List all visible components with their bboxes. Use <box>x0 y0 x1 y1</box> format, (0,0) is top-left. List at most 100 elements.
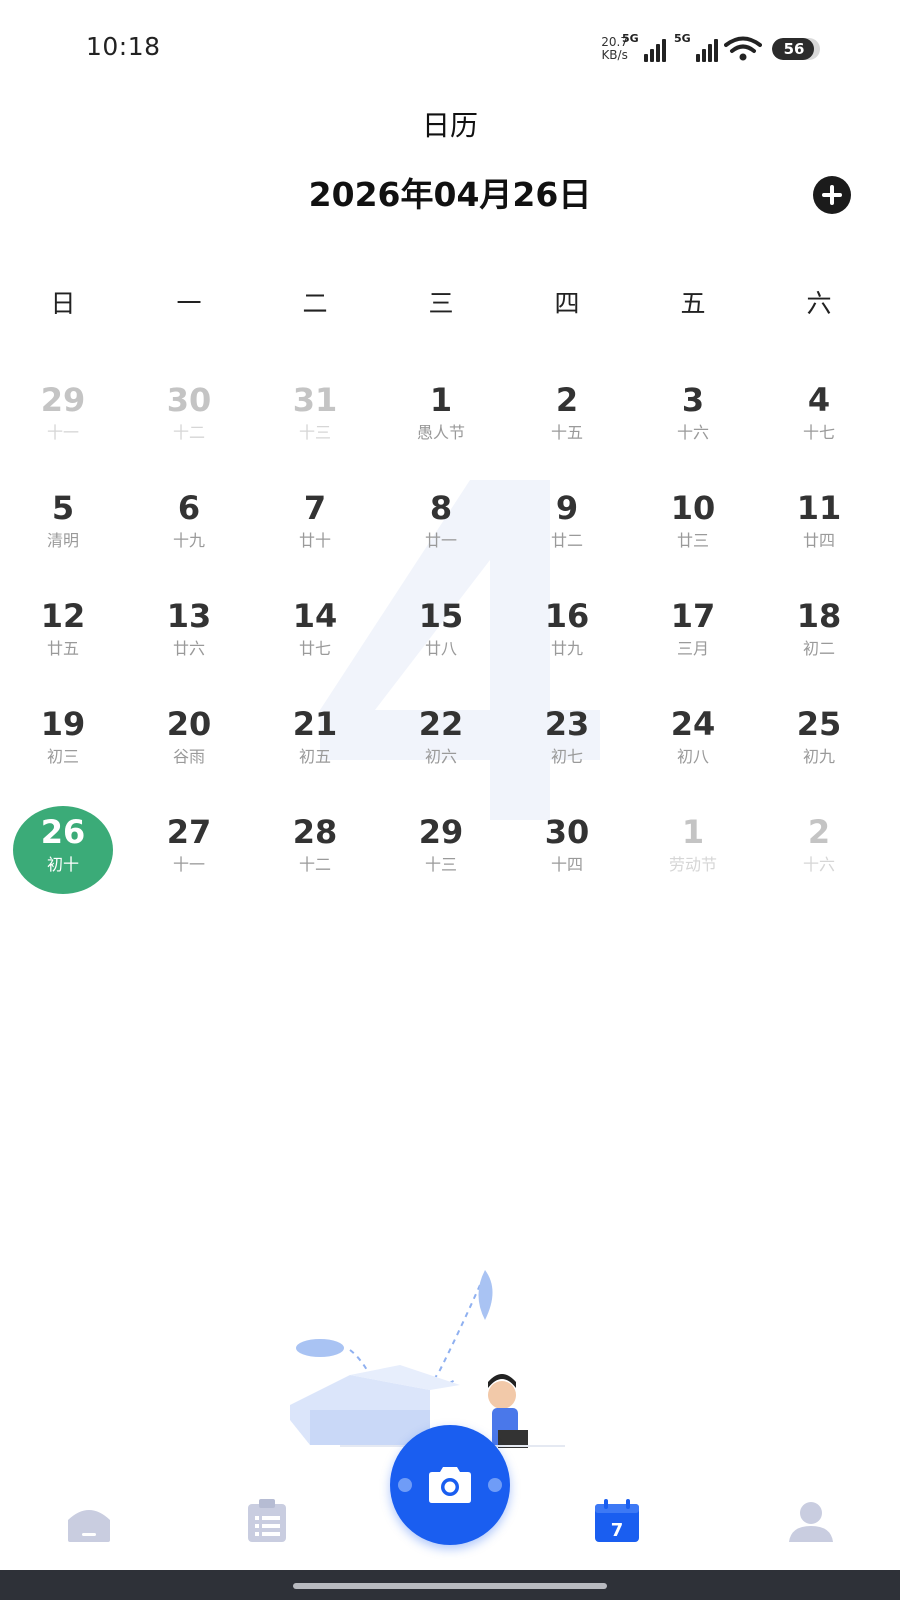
camera-button-dot-left <box>398 1478 412 1492</box>
weekday-header: 日一二三四五六 <box>0 284 900 324</box>
calendar-day[interactable]: 7 廿十 <box>260 488 370 588</box>
calendar-day[interactable]: 3 十六 <box>638 380 748 480</box>
lunar-date: 初三 <box>46 747 79 766</box>
day-number: 29 <box>40 381 86 419</box>
calendar-day[interactable]: 9 廿二 <box>512 488 622 588</box>
nav-calendar-badge: 7 <box>611 1520 624 1541</box>
lunar-date: 十三 <box>424 855 457 874</box>
lunar-date: 廿六 <box>172 639 205 658</box>
lunar-date: 初六 <box>424 747 457 766</box>
calendar-day[interactable]: 6 十九 <box>134 488 244 588</box>
calendar-day[interactable]: 29 十一 <box>8 380 118 480</box>
weekday-label: 日 <box>50 289 76 318</box>
lunar-date: 十六 <box>676 423 709 442</box>
calendar-day[interactable]: 28 十二 <box>260 812 370 912</box>
day-number: 27 <box>166 813 212 851</box>
lunar-date: 廿七 <box>298 639 331 658</box>
lunar-date: 愚人节 <box>416 423 465 442</box>
nav-calendar-icon[interactable]: 7 <box>592 1496 642 1546</box>
day-number: 11 <box>796 489 842 527</box>
nav-home-icon[interactable] <box>64 1496 114 1546</box>
calendar-day[interactable]: 1 劳动节 <box>638 812 748 912</box>
calendar-day[interactable]: 18 初二 <box>764 596 874 696</box>
day-number: 24 <box>670 705 716 743</box>
calendar-day[interactable]: 31 十三 <box>260 380 370 480</box>
calendar-day[interactable]: 11 廿四 <box>764 488 874 588</box>
day-number: 7 <box>303 489 327 527</box>
lunar-date: 谷雨 <box>172 747 205 766</box>
calendar-day[interactable]: 16 廿九 <box>512 596 622 696</box>
day-number: 12 <box>40 597 86 635</box>
lunar-date: 初九 <box>802 747 835 766</box>
day-number: 1 <box>429 381 453 419</box>
calendar-day[interactable]: 17 三月 <box>638 596 748 696</box>
lunar-date: 十五 <box>550 423 583 442</box>
lunar-date: 廿五 <box>46 639 79 658</box>
camera-button[interactable] <box>390 1425 510 1545</box>
day-number: 17 <box>670 597 716 635</box>
calendar-day[interactable]: 1 愚人节 <box>386 380 496 480</box>
lunar-date: 劳动节 <box>668 855 717 874</box>
calendar-day[interactable]: 15 廿八 <box>386 596 496 696</box>
calendar-day[interactable]: 25 初九 <box>764 704 874 804</box>
signal-sim2-icon: 5G <box>674 32 718 62</box>
weekday-label: 四 <box>554 289 580 318</box>
calendar-day[interactable]: 22 初六 <box>386 704 496 804</box>
calendar-day[interactable]: 21 初五 <box>260 704 370 804</box>
calendar-day[interactable]: 10 廿三 <box>638 488 748 588</box>
calendar-day[interactable]: 30 十四 <box>512 812 622 912</box>
weekday-label: 二 <box>302 289 328 318</box>
day-number: 4 <box>807 381 831 419</box>
lunar-date: 廿四 <box>802 531 835 550</box>
calendar-day[interactable]: 2 十五 <box>512 380 622 480</box>
lunar-date: 十四 <box>550 855 583 874</box>
lunar-date: 廿九 <box>550 639 583 658</box>
calendar-day[interactable]: 2 十六 <box>764 812 874 912</box>
lunar-date: 十七 <box>802 423 835 442</box>
calendar-day[interactable]: 12 廿五 <box>8 596 118 696</box>
page-title: 日历 <box>421 109 478 142</box>
lunar-date: 十二 <box>172 423 205 442</box>
calendar-day[interactable]: 14 廿七 <box>260 596 370 696</box>
calendar-day[interactable]: 20 谷雨 <box>134 704 244 804</box>
day-number: 1 <box>681 813 705 851</box>
nav-profile-icon[interactable] <box>786 1496 836 1546</box>
lunar-date: 十二 <box>298 855 331 874</box>
calendar-day[interactable]: 23 初七 <box>512 704 622 804</box>
calendar-day-selected[interactable]: 26 初十 <box>13 806 113 894</box>
calendar-day[interactable]: 24 初八 <box>638 704 748 804</box>
calendar-day[interactable]: 13 廿六 <box>134 596 244 696</box>
home-indicator[interactable] <box>293 1583 607 1589</box>
day-number: 9 <box>555 489 579 527</box>
day-number: 5 <box>51 489 75 527</box>
calendar-day[interactable]: 4 十七 <box>764 380 874 480</box>
lunar-date: 初七 <box>550 747 583 766</box>
calendar-day[interactable]: 30 十二 <box>134 380 244 480</box>
day-number: 3 <box>681 381 705 419</box>
calendar-day[interactable]: 29 十三 <box>386 812 496 912</box>
day-number: 23 <box>544 705 590 743</box>
status-icons: 20.7 KB/s 5G 5G 56 <box>601 32 820 66</box>
day-number: 21 <box>292 705 338 743</box>
calendar-day[interactable]: 27 十一 <box>134 812 244 912</box>
day-number: 16 <box>544 597 590 635</box>
calendar-day[interactable]: 19 初三 <box>8 704 118 804</box>
current-date[interactable]: 2026年04月26日 <box>0 168 900 216</box>
add-event-button[interactable] <box>813 176 851 214</box>
calendar-day[interactable]: 8 廿一 <box>386 488 496 588</box>
nav-list-icon[interactable] <box>242 1496 292 1546</box>
lunar-date: 十九 <box>172 531 205 550</box>
status-bar: 10:18 20.7 KB/s 5G 5G 56 <box>0 0 900 90</box>
network-speed-unit: KB/s <box>601 48 628 62</box>
lunar-date: 初八 <box>676 747 709 766</box>
lunar-date: 初十 <box>46 855 79 874</box>
weekday-label: 六 <box>806 289 832 318</box>
lunar-date: 廿二 <box>550 531 583 550</box>
lunar-date: 十一 <box>46 423 79 442</box>
lunar-date: 清明 <box>46 531 79 550</box>
sim1-network-type: 5G <box>622 32 639 45</box>
calendar-day[interactable]: 5 清明 <box>8 488 118 588</box>
lunar-date: 廿一 <box>424 531 457 550</box>
lunar-date: 初五 <box>298 747 331 766</box>
camera-icon <box>429 1467 471 1503</box>
